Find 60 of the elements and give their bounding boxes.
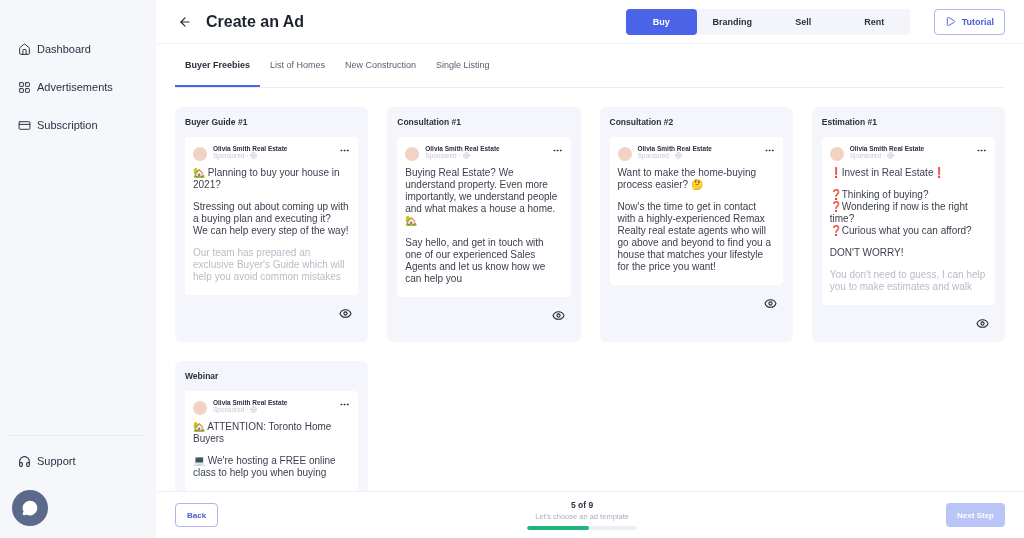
step-counter: 5 of 9 [571,500,594,510]
template-card[interactable] [175,107,369,342]
avatar [405,147,420,161]
globe-icon [250,406,258,413]
globe-icon [462,152,470,159]
preview-icon[interactable] [551,309,565,322]
ad-text: Now's the time to get in contact with a highly-experienced Remax Realty real estate agents who will go above and beyond to find you a house that matches your lifestyle for the price you want! [617,201,772,273]
template-card[interactable] [599,107,793,342]
globe-icon [250,152,258,159]
mode-tab[interactable]: Sell [767,8,839,35]
chat-button[interactable] [12,490,48,526]
template-card[interactable] [811,107,1005,342]
ad-text: Buying Real Estate? We understand property. Even more importantly, we understand people and what makes a house a home. 🏡 [405,167,559,227]
preview-icon[interactable] [763,297,777,310]
ad-text: DON'T WORRY! [829,247,905,259]
mode-tab[interactable]: Branding [696,8,768,35]
ad-text: Say hello, and get in touch with one of our experienced Sales Agents and let us know how we can help you [405,237,547,285]
ad-text: You don't need to guess, I can help you to make estimates and walk [829,269,987,293]
sidebar-item[interactable]: Advertisements [18,68,156,106]
avatar [193,401,207,415]
ad-text: 💻 We're hosting a FREE online class to help you when buying [193,455,337,479]
template-title: Webinar [185,371,220,381]
globe-icon [674,152,682,159]
grid-icon [18,80,31,94]
ad-text: ❓Thinking of buying? ❓Wondering if now is the right time? ❓Curious what you can afford? [829,189,973,237]
avatar [617,147,632,161]
ad-text: Our team has prepared an exclusive Buyer's Guide which will help you avoid common mistakes [193,247,346,283]
template-title: Consultation #1 [397,117,462,127]
sidebar-item[interactable]: Dashboard [18,30,156,68]
category-tab[interactable]: List of Homes [260,44,336,87]
ad-text: Want to make the home-buying process easier? 🤔 [617,167,758,191]
ad-text: 🏡 ATTENTION: Toronto Home Buyers [193,421,333,445]
back-arrow-icon[interactable] [178,14,192,29]
ad-text: Stressing out about coming up with a buying plan and executing it? We can help every step of the way! [193,201,350,237]
template-title: Estimation #1 [821,117,879,127]
page-title: Create an Ad [206,12,306,31]
preview-icon[interactable] [339,307,353,320]
card-icon [18,118,31,132]
ad-text: 🏡 Planning to buy your house in 2021? [193,167,341,191]
home-icon [18,42,31,56]
play-icon [944,16,956,27]
support-link[interactable]: Support [18,442,156,480]
sidebar-item[interactable]: Subscription [18,106,156,144]
preview-icon[interactable] [976,317,989,330]
avatar [193,147,207,161]
ad-text: ❗Invest in Real Estate❗ [829,167,947,179]
category-tab[interactable]: New Construction [335,44,427,87]
chat-icon [22,500,38,516]
headset-icon [18,454,31,468]
mode-tab[interactable]: Buy [625,8,697,35]
avatar [829,147,844,161]
category-tab[interactable]: Buyer Freebies [175,44,261,87]
back-button[interactable]: Back [175,503,219,527]
template-title: Consultation #2 [609,117,675,127]
tutorial-button[interactable]: Tutorial [933,8,1005,35]
template-card[interactable] [387,107,581,342]
category-tab[interactable]: Single Listing [426,44,500,87]
globe-icon [887,152,895,159]
mode-tab[interactable]: Rent [838,8,910,35]
template-title: Buyer Guide #1 [185,117,249,127]
